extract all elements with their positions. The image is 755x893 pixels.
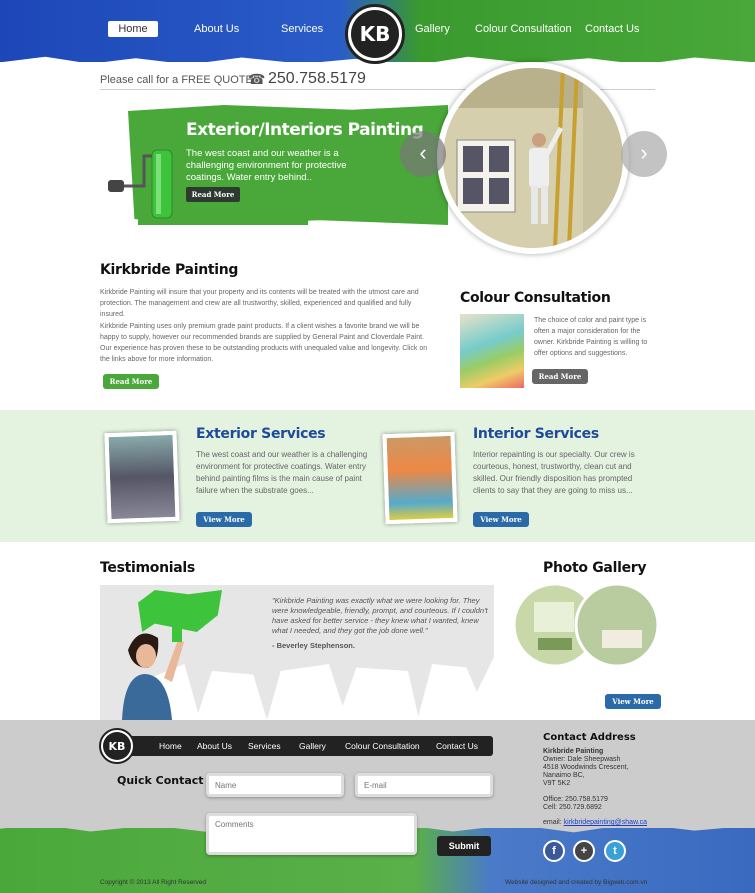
address-line: Nanaimo BC, — [543, 772, 585, 779]
hero-title: Exterior/Interiors Painting — [186, 120, 424, 140]
gallery-view-more-button[interactable]: View More — [605, 694, 661, 709]
slider-next-arrow[interactable]: › — [621, 131, 667, 177]
nav-colour-consultation[interactable]: Colour Consultation — [475, 21, 572, 37]
nav-about-us[interactable]: About Us — [194, 21, 239, 37]
colour-swatch-image — [460, 314, 524, 388]
footer-nav-gallery[interactable]: Gallery — [299, 741, 326, 751]
address-line: 4518 Woodwinds Crescent, — [543, 764, 629, 771]
photo-gallery-image[interactable] — [512, 582, 660, 668]
phone-icon: ☎ — [248, 71, 266, 87]
testimonial-author: - Beverley Stephenson. — [272, 641, 355, 650]
interior-services-text: Interior repainting is our specialty. Ou… — [473, 450, 635, 495]
cell-phone: Cell: 250.729.6892 — [543, 804, 602, 811]
footer-nav-contact-us[interactable]: Contact Us — [436, 741, 478, 751]
footer-logo[interactable]: KB — [99, 728, 135, 764]
nav-home[interactable]: Home — [108, 21, 158, 37]
copyright-text: Copyright © 2013 All Right Reserved — [100, 879, 206, 886]
contact-company: Kirkbride Painting — [543, 748, 604, 755]
logo[interactable]: KB — [345, 4, 405, 64]
footer-nav-home[interactable]: Home — [159, 741, 182, 751]
colour-consultation-text: The choice of color and paint type is of… — [534, 317, 648, 357]
logo-text: KB — [351, 10, 399, 58]
exterior-services-photo — [104, 430, 180, 524]
contact-address-block: Kirkbride Painting Owner: Dale Sheepwash… — [543, 748, 693, 812]
google-plus-icon[interactable]: + — [573, 840, 595, 862]
paint-roller-icon — [108, 149, 173, 219]
slider-prev-arrow[interactable]: ‹ — [400, 131, 446, 177]
exterior-services-text: The west coast and our weather is a chal… — [196, 450, 368, 495]
quick-contact-title: Quick Contact — [117, 774, 204, 787]
contact-address-title: Contact Address — [543, 732, 636, 743]
twitter-icon[interactable]: t — [604, 840, 626, 862]
colour-read-more-button[interactable]: Read More — [532, 369, 588, 384]
call-label: Please call for a FREE QUOTE — [100, 74, 253, 86]
intro-paragraph-1: Kirkbride Painting will insure that your… — [100, 289, 419, 318]
office-phone: Office: 250.758.5179 — [543, 796, 608, 803]
facebook-icon[interactable]: f — [543, 840, 565, 862]
photo-gallery-title: Photo Gallery — [543, 560, 647, 576]
email-input[interactable] — [355, 773, 493, 797]
contact-email-link[interactable]: kirkbridepainting@shaw.ca — [564, 819, 647, 826]
address-line: Owner: Dale Sheepwash — [543, 756, 621, 763]
email-label: email: — [543, 819, 562, 826]
contact-email-row: email: kirkbridepainting@shaw.ca — [543, 819, 647, 826]
submit-button[interactable]: Submit — [437, 836, 491, 856]
footer-nav-colour-consultation[interactable]: Colour Consultation — [345, 741, 420, 751]
footer-nav-about-us[interactable]: About Us — [197, 741, 232, 751]
intro-paragraph-2: Kirkbride Painting uses only premium gra… — [100, 323, 428, 363]
intro-read-more-button[interactable]: Read More — [103, 374, 159, 389]
interior-services-title: Interior Services — [473, 426, 599, 442]
footer-logo-text: KB — [103, 732, 131, 760]
comments-textarea[interactable] — [206, 813, 417, 855]
hero-read-more-button[interactable]: Read More — [186, 187, 240, 202]
interior-view-more-button[interactable]: View More — [473, 512, 529, 527]
exterior-services-title: Exterior Services — [196, 426, 326, 442]
nav-services[interactable]: Services — [281, 21, 323, 37]
hero-photo-painter — [437, 62, 629, 254]
phone-number: 250.758.5179 — [268, 70, 366, 87]
testimonial-quote: "Kirkbride Painting was exactly what we … — [272, 596, 488, 635]
woman-painter-image — [122, 624, 184, 720]
interior-services-photo — [382, 431, 458, 525]
exterior-view-more-button[interactable]: View More — [196, 512, 252, 527]
designed-by-text: Website designed and created by Bigweb.c… — [505, 879, 648, 886]
colour-consultation-title: Colour Consultation — [460, 290, 611, 306]
hero-text: The west coast and our weather is a chal… — [186, 148, 347, 183]
name-input[interactable] — [206, 773, 344, 797]
intro-title: Kirkbride Painting — [100, 262, 239, 278]
footer-nav-services[interactable]: Services — [248, 741, 281, 751]
nav-contact-us[interactable]: Contact Us — [585, 21, 639, 37]
nav-gallery[interactable]: Gallery — [415, 21, 450, 37]
address-line: V9T 5K2 — [543, 780, 571, 787]
testimonials-title: Testimonials — [100, 560, 195, 576]
